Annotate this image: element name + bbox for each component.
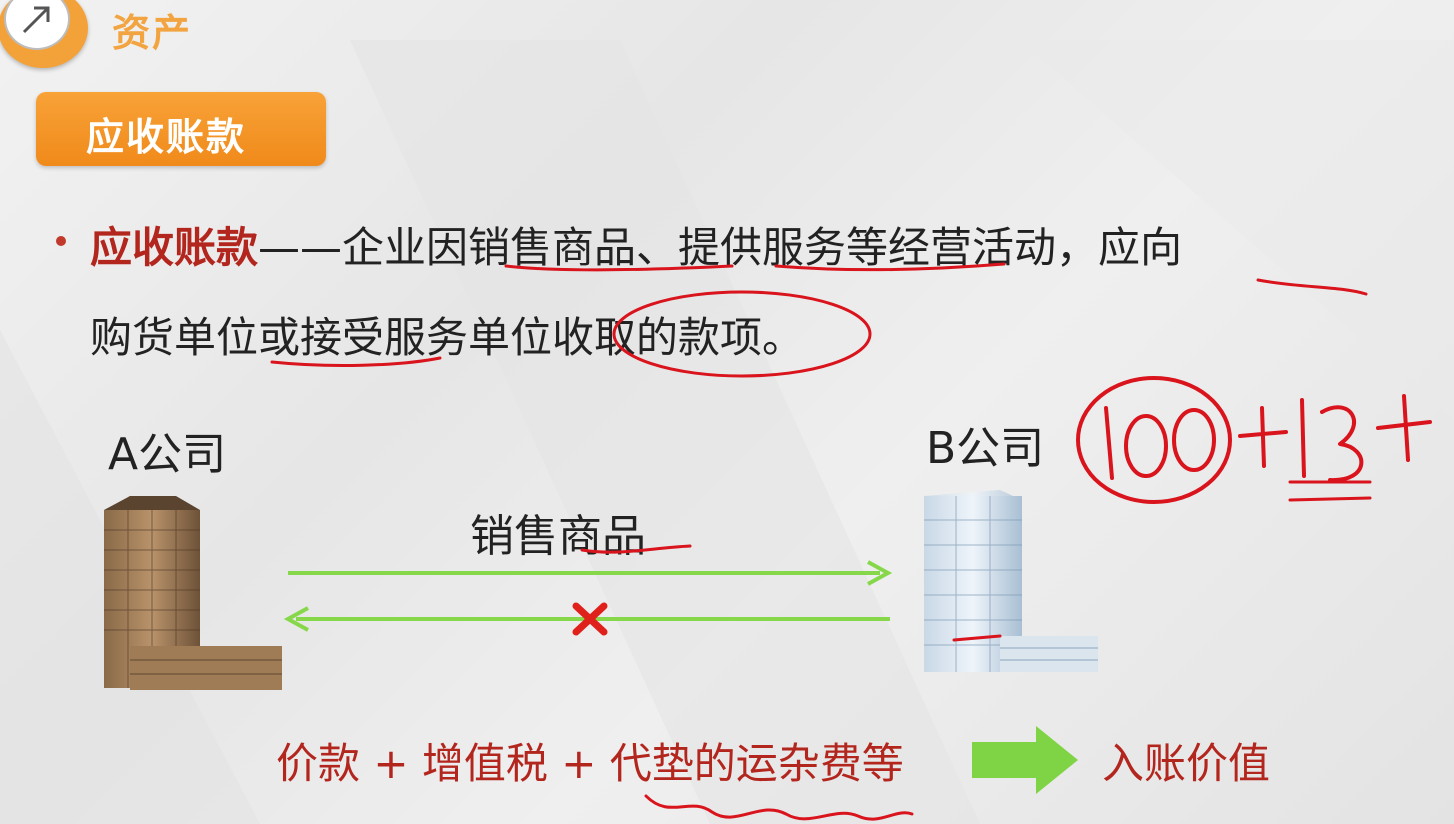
mark-building-b: [952, 634, 1002, 642]
formula-result: 入账价值: [1102, 739, 1271, 788]
arrow-sale: [288, 560, 893, 586]
bullet-dot: [56, 236, 66, 246]
arrow-logo-icon: [4, 0, 70, 50]
topic-tag-label: 应收账款: [86, 115, 247, 159]
definition-line-2: 购货单位或接受服务单位收取的款项。: [90, 313, 805, 362]
definition-line-1: 应收账款——企业因销售商品、提供服务等经营活动，应向: [90, 214, 1182, 275]
company-b-label: B公司: [926, 423, 1045, 474]
formula-text: 价款 + 增值税 + 代垫的运杂费等: [276, 739, 904, 788]
arrow-label-sale: 销售商品: [470, 511, 646, 562]
topic-tag: 应收账款: [36, 92, 326, 166]
squiggle-freight: [644, 794, 914, 821]
arrow-payment: [283, 606, 890, 632]
company-a-label: A公司: [108, 429, 227, 480]
definition-text-1: ——企业因销售商品、提供服务等经营活动，应向: [258, 223, 1183, 272]
underline-should: [1256, 278, 1368, 296]
definition-term: 应收账款: [90, 223, 259, 272]
logo-badge: [0, 0, 88, 68]
section-title: 资产: [112, 11, 193, 55]
cross-icon: [572, 602, 608, 636]
result-arrow-icon: [972, 726, 1078, 794]
handwritten-numbers: [1076, 376, 1432, 504]
